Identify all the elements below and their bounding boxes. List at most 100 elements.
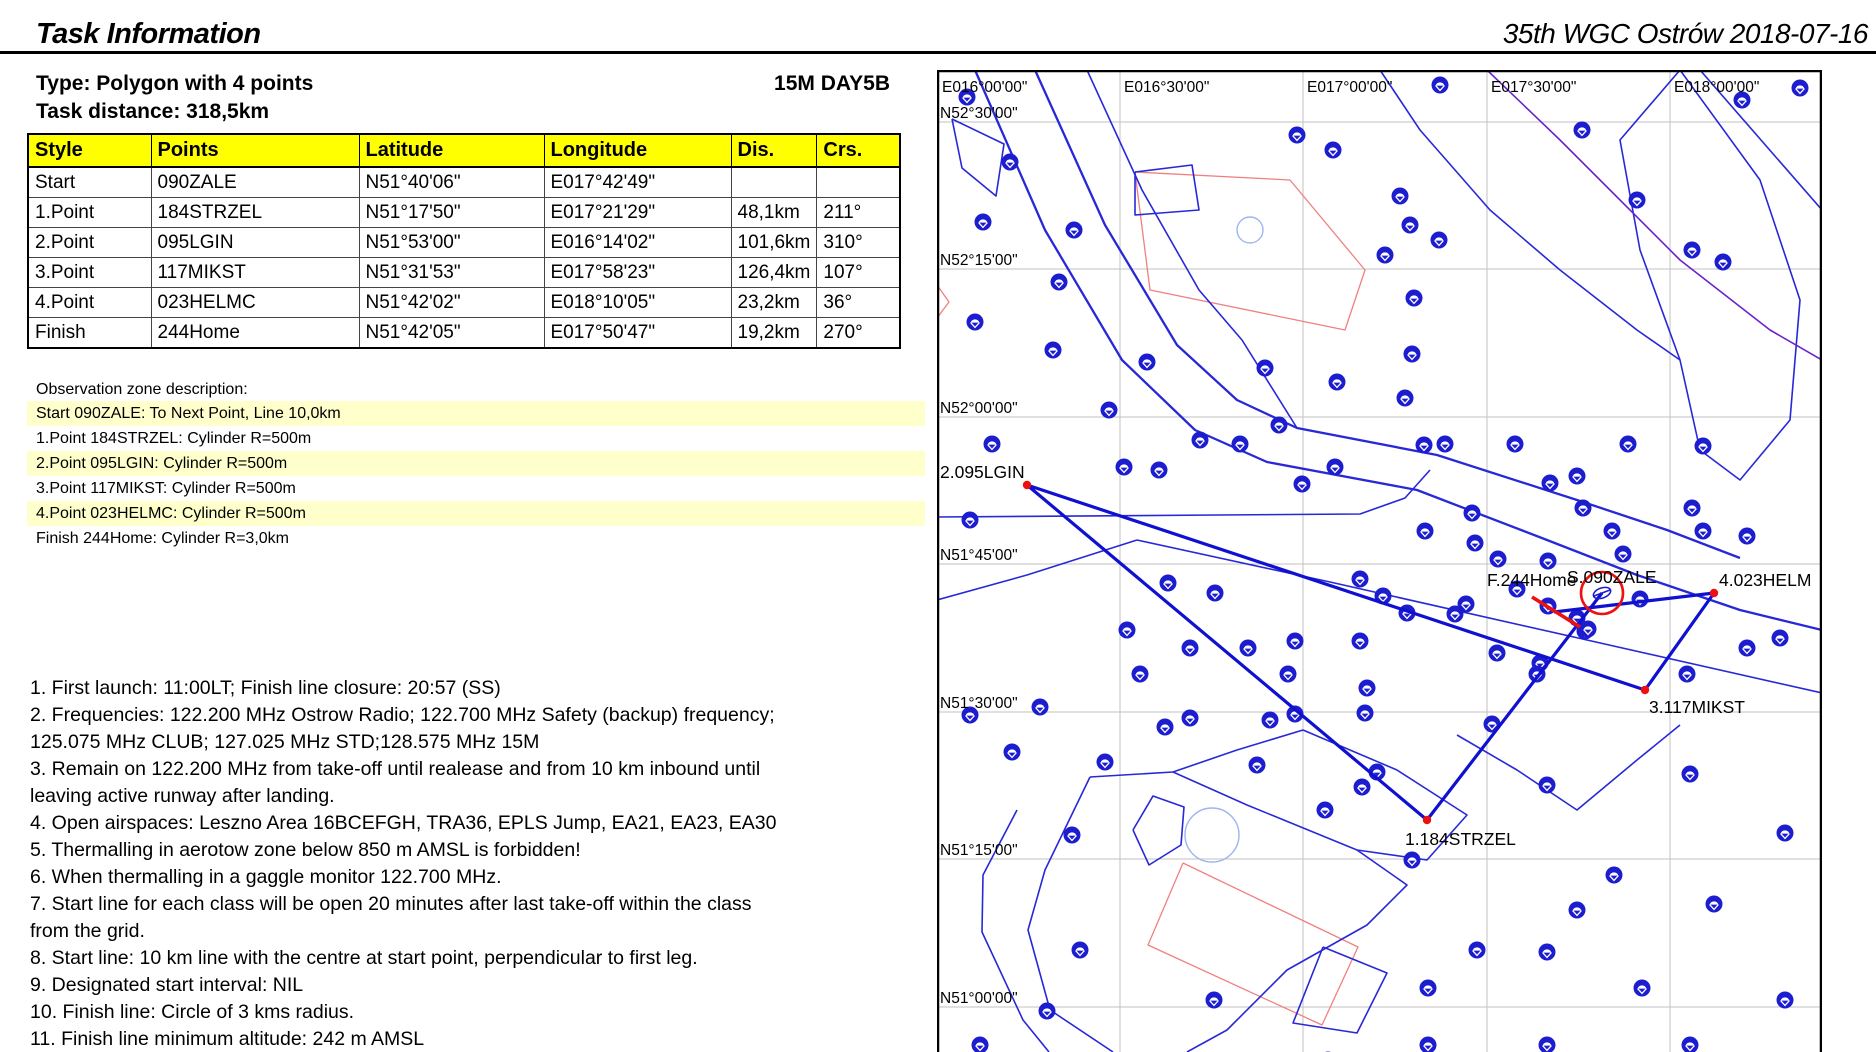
waypoint-symbol (1157, 719, 1174, 736)
waypoint-symbol (1695, 523, 1712, 540)
task-point-label: 2.095LGIN (940, 462, 1025, 482)
latitude-label: N51°00'00" (940, 990, 1018, 1007)
waypoint-symbol (1182, 710, 1199, 727)
observation-zone-line: 4.Point 023HELMC: Cylinder R=500m (27, 501, 925, 526)
waypoint-symbol (1467, 535, 1484, 552)
task-map[interactable]: 2.095LGIN1.184STRZEL3.117MIKST4.023HELMS… (937, 70, 1822, 1052)
observation-lines: Start 090ZALE: To Next Point, Line 10,0k… (27, 401, 925, 551)
airspace-outline (1560, 270, 1680, 360)
waypoint-symbol (1489, 645, 1506, 662)
notes-block: 1. First launch: 11:00LT; Finish line cl… (30, 675, 930, 1052)
header-rule (0, 51, 1876, 54)
airspace-outline (952, 119, 1004, 196)
task-distance-label: Task distance: 318,5km (36, 100, 269, 124)
waypoint-symbol (1257, 360, 1274, 377)
map-canvas: 2.095LGIN1.184STRZEL3.117MIKST4.023HELMS… (937, 70, 1822, 1052)
table-cell (731, 167, 817, 198)
turnpoint-dot (1710, 589, 1718, 597)
note-line: 8. Start line: 10 km line with the centr… (30, 945, 930, 972)
task-points-table: StylePointsLatitudeLongitudeDis.Crs. Sta… (27, 133, 901, 349)
table-cell: 3.Point (28, 258, 151, 288)
latitude-label: N51°30'00" (940, 695, 1018, 712)
class-day-label: 15M DAY5B (774, 72, 890, 96)
waypoint-symbol (1232, 436, 1249, 453)
note-line: leaving active runway after landing. (30, 783, 930, 810)
waypoint-symbol (1715, 254, 1732, 271)
waypoint-symbol (1615, 546, 1632, 563)
waypoint-symbol (1397, 390, 1414, 407)
waypoint-symbol (1132, 666, 1149, 683)
waypoint-symbol (1417, 523, 1434, 540)
airspace-outline (1293, 947, 1387, 1033)
waypoint-symbol (1207, 585, 1224, 602)
waypoint-symbol (1160, 575, 1177, 592)
note-line: 4. Open airspaces: Leszno Area 16BCEFGH,… (30, 810, 930, 837)
observation-zone-line: 2.Point 095LGIN: Cylinder R=500m (27, 451, 925, 476)
waypoint-symbol (1325, 142, 1342, 159)
table-column-header: Dis. (731, 134, 817, 167)
waypoint-symbol (1432, 77, 1449, 94)
waypoint-symbol (1542, 475, 1559, 492)
waypoint-symbol (1139, 354, 1156, 371)
waypoint-symbol (1706, 896, 1723, 913)
waypoint-symbol (967, 314, 984, 331)
waypoint-symbol (1634, 980, 1651, 997)
note-line: 1. First launch: 11:00LT; Finish line cl… (30, 675, 930, 702)
table-row: Finish244HomeN51°42'05"E017°50'47"19,2km… (28, 318, 900, 349)
waypoint-symbol (1695, 438, 1712, 455)
waypoint-symbol (1404, 346, 1421, 363)
waypoint-symbol (1629, 192, 1646, 209)
waypoint-symbol (1352, 633, 1369, 650)
waypoint-symbol (1359, 680, 1376, 697)
note-line: 5. Thermalling in aerotow zone below 850… (30, 837, 930, 864)
table-cell: E018°10'05" (544, 288, 731, 318)
waypoint-symbol (1682, 766, 1699, 783)
longitude-label: E017°30'00" (1491, 79, 1576, 96)
waypoint-symbol (1575, 500, 1592, 517)
waypoint-symbol (1684, 242, 1701, 259)
waypoint-symbol (1437, 436, 1454, 453)
table-cell: E017°42'49" (544, 167, 731, 198)
waypoint-symbol (1569, 468, 1586, 485)
table-cell: 36° (817, 288, 900, 318)
waypoint-symbol (1072, 942, 1089, 959)
waypoint-symbol (1792, 80, 1809, 97)
airspace-outline (1090, 730, 1303, 777)
waypoint-symbol (1632, 591, 1649, 608)
turnpoint-dot (1641, 686, 1649, 694)
waypoint-symbol (1416, 437, 1433, 454)
waypoint-symbol (1574, 122, 1591, 139)
waypoint-symbol (1064, 827, 1081, 844)
task-sheet-page: Task Information 35th WGC Ostrów 2018-07… (0, 0, 1876, 1052)
waypoint-symbol (1357, 705, 1374, 722)
waypoint-symbol (1507, 436, 1524, 453)
task-type-label: Type: Polygon with 4 points (36, 72, 313, 96)
waypoint-symbol (1354, 779, 1371, 796)
waypoint-symbol (1352, 571, 1369, 588)
waypoint-symbol (1097, 754, 1114, 771)
table-column-header: Points (151, 134, 359, 167)
waypoint-symbol (1101, 402, 1118, 419)
waypoint-symbol (1294, 476, 1311, 493)
longitude-label: E016°30'00" (1124, 79, 1209, 96)
table-cell: 126,4km (731, 258, 817, 288)
table-cell: N51°42'05" (359, 318, 544, 349)
waypoint-symbol (972, 1037, 989, 1052)
table-cell: 107° (817, 258, 900, 288)
waypoint-symbol (1420, 980, 1437, 997)
table-cell: E016°14'02" (544, 228, 731, 258)
waypoint-symbol (1262, 712, 1279, 729)
waypoint-symbol (1402, 217, 1419, 234)
waypoint-symbol (1051, 274, 1068, 291)
table-cell: Finish (28, 318, 151, 349)
table-cell: 090ZALE (151, 167, 359, 198)
waypoint-symbol (1539, 1037, 1556, 1052)
table-row: 2.Point095LGINN51°53'00"E016°14'02"101,6… (28, 228, 900, 258)
waypoint-symbol (1151, 462, 1168, 479)
table-column-header: Longitude (544, 134, 731, 167)
observation-heading: Observation zone description: (27, 378, 925, 401)
waypoint-symbol (1739, 640, 1756, 657)
table-column-header: Style (28, 134, 151, 167)
table-cell: 4.Point (28, 288, 151, 318)
longitude-label: E018°00'00" (1674, 79, 1759, 96)
